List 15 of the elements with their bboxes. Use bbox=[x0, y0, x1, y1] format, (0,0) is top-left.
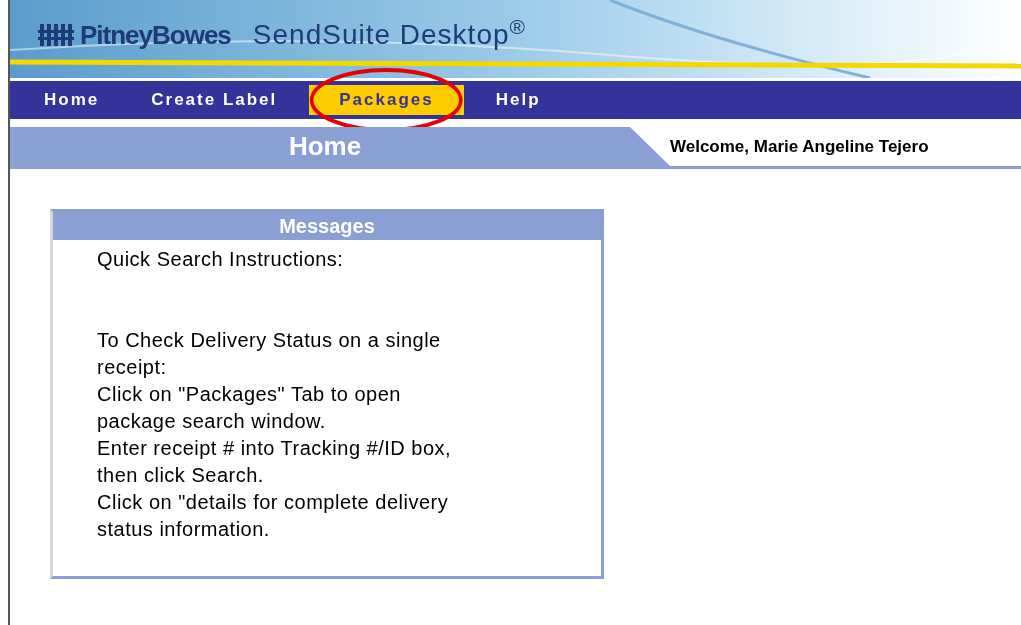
brand-name: PitneyBowes bbox=[80, 18, 231, 52]
logo-icon bbox=[38, 22, 74, 48]
messages-title: Messages bbox=[279, 214, 375, 239]
instruction-text: Enter receipt # into Tracking #/ID box, then click Search. bbox=[97, 436, 453, 488]
instruction-text: To Check Delivery Status on a single receipt: bbox=[97, 328, 442, 380]
nav-tab[interactable]: Help bbox=[475, 85, 561, 115]
instruction-text: Click on "Packages" Tab to open package search window. bbox=[97, 382, 402, 434]
welcome-text: Welcome, Marie Angeline Tejero bbox=[670, 135, 929, 158]
nav-tab[interactable]: Packages bbox=[309, 85, 464, 115]
instructions-heading: Quick Search Instructions: bbox=[97, 247, 345, 272]
page-title: Home bbox=[288, 130, 362, 163]
nav-tab[interactable]: Create Label bbox=[131, 85, 298, 115]
instruction-text: Click on "details for complete delivery status information. bbox=[97, 490, 450, 542]
product-name: SendSuite Desktop$^{®}$ bbox=[252, 14, 527, 52]
nav-tab[interactable]: Home bbox=[24, 85, 120, 115]
